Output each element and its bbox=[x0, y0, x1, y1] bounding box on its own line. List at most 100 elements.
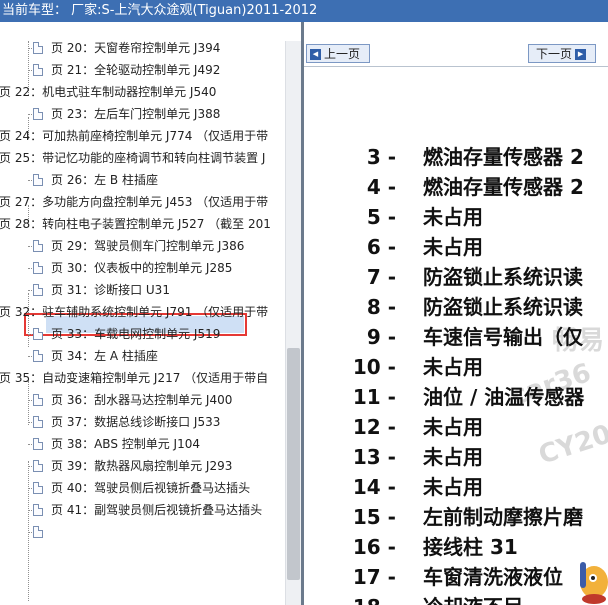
pin-function: 左前制动摩擦片磨 bbox=[423, 505, 583, 529]
tree-item-label: 页 41：副驾驶员侧后视镜折叠马达插头 bbox=[51, 503, 263, 517]
tree-page-item[interactable]: 页 39：散热器风扇控制单元 J293 bbox=[0, 455, 300, 477]
pin-function: 未占用 bbox=[423, 235, 483, 259]
pin-number: 5 - bbox=[366, 205, 396, 229]
pin-function: 未占用 bbox=[423, 355, 483, 379]
pin-number: 13 - bbox=[352, 445, 396, 469]
pin-function: 车窗清洗液液位 bbox=[423, 565, 563, 589]
pin-function: 防盗锁止系统识读 bbox=[423, 295, 583, 319]
tree-page-item[interactable]: 页 29：驾驶员侧车门控制单元 J386 bbox=[0, 235, 300, 257]
pin-function: 未占用 bbox=[423, 415, 483, 439]
tree-group-item[interactable]: 页 35：自动变速箱控制单元 J217 （仅适用于带自 bbox=[0, 367, 300, 389]
tree-line bbox=[28, 180, 32, 181]
pin-function: 车速信号输出（仅 bbox=[423, 325, 583, 349]
pin-number: 8 - bbox=[366, 295, 396, 319]
pin-row: 8 - 防盗锁止系统识读 bbox=[304, 292, 608, 322]
tree-page-item[interactable] bbox=[0, 521, 300, 543]
tree-page-item[interactable]: 页 23：左后车门控制单元 J388 bbox=[0, 103, 300, 125]
tree-line bbox=[28, 532, 32, 533]
tree-page-item[interactable]: 页 31：诊断接口 U31 bbox=[0, 279, 300, 301]
tree-item-label: 页 32：驻车辅助系统控制单元 J791 （仅适用于带 bbox=[0, 305, 269, 319]
pin-row: 16 - 接线柱 31 bbox=[304, 532, 608, 562]
tree-item-label: 页 31：诊断接口 U31 bbox=[51, 283, 170, 297]
pin-row: 14 - 未占用 bbox=[304, 472, 608, 502]
tree-page-item[interactable]: 页 34：左 A 柱插座 bbox=[0, 345, 300, 367]
prev-page-button[interactable]: ◀ 上一页 bbox=[306, 44, 370, 63]
tree-item-label: 页 35：自动变速箱控制单元 J217 （仅适用于带自 bbox=[0, 371, 269, 385]
tree-group-item[interactable]: 页 24：可加热前座椅控制单元 J774 （仅适用于带 bbox=[0, 125, 300, 147]
tree-line bbox=[28, 356, 32, 357]
tree-line bbox=[28, 246, 32, 247]
pin-function: 燃油存量传感器 2 bbox=[423, 175, 584, 199]
pin-number: 11 - bbox=[352, 385, 396, 409]
tree-line bbox=[28, 466, 32, 467]
pin-function: 接线柱 31 bbox=[423, 535, 518, 559]
document-viewer: ◀ 上一页 下一页 ▶ 畅易 car36 CY20 3 - 燃油存量传感器 24 -燃… bbox=[304, 22, 608, 605]
tree-page-item[interactable]: 页 41：副驾驶员侧后视镜折叠马达插头 bbox=[0, 499, 300, 521]
pin-number: 4 - bbox=[366, 175, 396, 199]
pin-function: 冷却液不足 bbox=[423, 592, 523, 605]
tree-line bbox=[28, 70, 32, 71]
tree-item-label: 页 37：数据总线诊断接口 J533 bbox=[51, 415, 221, 429]
tree-item-label: 页 24：可加热前座椅控制单元 J774 （仅适用于带 bbox=[0, 129, 269, 143]
prev-page-label: 上一页 bbox=[324, 47, 361, 61]
tree-page-item[interactable]: 页 33：车载电网控制单元 J519 bbox=[0, 323, 300, 345]
pin-function: 油位 / 油温传感器 bbox=[423, 385, 585, 409]
tree-page-item[interactable]: 页 21：全轮驱动控制单元 J492 bbox=[0, 59, 300, 81]
tree-item-label: 页 39：散热器风扇控制单元 J293 bbox=[51, 459, 233, 473]
tree-page-item[interactable]: 页 26：左 B 柱插座 bbox=[0, 169, 300, 191]
tree-item-label: 页 38：ABS 控制单元 J104 bbox=[51, 437, 201, 451]
tree-item-label: 页 30：仪表板中的控制单元 J285 bbox=[51, 261, 233, 275]
tree-item-label: 页 22：机电式驻车制动器控制单元 J540 bbox=[0, 85, 217, 99]
tree-page-item[interactable]: 页 20：天窗卷帘控制单元 J394 bbox=[0, 41, 300, 59]
tree-group-item[interactable]: 页 28：转向柱电子装置控制单元 J527 （截至 201 bbox=[0, 213, 300, 235]
tree-group-item[interactable]: 页 22：机电式驻车制动器控制单元 J540 bbox=[0, 81, 300, 103]
tree-line bbox=[28, 400, 32, 401]
pin-function: 防盗锁止系统识读 bbox=[423, 265, 583, 289]
tree-line bbox=[28, 290, 32, 291]
tree-scrollbar[interactable] bbox=[285, 41, 301, 605]
tree-item-label: 页 20：天窗卷帘控制单元 J394 bbox=[51, 41, 221, 55]
tree-line bbox=[28, 510, 32, 511]
mascot-icon bbox=[580, 562, 608, 604]
tree-group-item[interactable]: 页 32：驻车辅助系统控制单元 J791 （仅适用于带 bbox=[0, 301, 300, 323]
window-title: 当前车型： 厂家:S-上汽大众途观(Tiguan)2011-2012 bbox=[2, 3, 318, 18]
pin-function: 未占用 bbox=[423, 445, 483, 469]
next-page-button[interactable]: 下一页 ▶ bbox=[528, 44, 596, 63]
tree-item-label: 页 29：驾驶员侧车门控制单元 J386 bbox=[51, 239, 245, 253]
pin-row: 4 - 燃油存量传感器 2 bbox=[304, 172, 608, 202]
next-page-label: 下一页 bbox=[536, 47, 573, 61]
document-icon bbox=[33, 526, 43, 538]
tree-line bbox=[28, 48, 32, 49]
tree-item-label: 页 21：全轮驱动控制单元 J492 bbox=[51, 63, 221, 77]
document-icon bbox=[33, 328, 43, 340]
tree-item-label: 页 28：转向柱电子装置控制单元 J527 （截至 201 bbox=[0, 217, 271, 231]
tree-item-label: 页 33：车载电网控制单元 J519 bbox=[51, 327, 221, 341]
pin-row: 10 - 未占用 bbox=[304, 352, 608, 382]
pin-number: 16 - bbox=[352, 535, 396, 559]
document-icon bbox=[33, 438, 43, 450]
tree-line bbox=[28, 444, 32, 445]
tree-page-item[interactable]: 页 38：ABS 控制单元 J104 bbox=[0, 433, 300, 455]
document-icon bbox=[33, 416, 43, 428]
pin-row: 13 - 未占用 bbox=[304, 442, 608, 472]
tree-page-item[interactable]: 页 37：数据总线诊断接口 J533 bbox=[0, 411, 300, 433]
tree-item-label: 页 23：左后车门控制单元 J388 bbox=[51, 107, 221, 121]
tree-page-item[interactable]: 页 30：仪表板中的控制单元 J285 bbox=[0, 257, 300, 279]
scrollbar-thumb[interactable] bbox=[287, 348, 300, 580]
tree-group-item[interactable]: 页 27：多功能方向盘控制单元 J453 （仅适用于带 bbox=[0, 191, 300, 213]
pin-row: 11 - 油位 / 油温传感器 bbox=[304, 382, 608, 412]
tree-line bbox=[28, 268, 32, 269]
toc-tree-pane[interactable]: 页 20：天窗卷帘控制单元 J394 页 21：全轮驱动控制单元 J492 页 22… bbox=[0, 41, 303, 605]
tree-page-item[interactable]: 页 40：驾驶员侧后视镜折叠马达插头 bbox=[0, 477, 300, 499]
pin-number: 17 - bbox=[352, 565, 396, 589]
tree-item-label: 页 34：左 A 柱插座 bbox=[51, 349, 158, 363]
tree-group-item[interactable]: 页 25：带记忆功能的座椅调节和转向柱调节装置 J bbox=[0, 147, 300, 169]
pin-number: 9 - bbox=[366, 325, 396, 349]
pin-function: 燃油存量传感器 2 bbox=[423, 145, 584, 169]
pin-number: 3 - bbox=[366, 145, 396, 169]
pin-row: 15 - 左前制动摩擦片磨 bbox=[304, 502, 608, 532]
tree-page-item[interactable]: 页 36：刮水器马达控制单元 J400 bbox=[0, 389, 300, 411]
pin-row: 7 - 防盗锁止系统识读 bbox=[304, 262, 608, 292]
arrow-left-icon: ◀ bbox=[310, 49, 321, 60]
arrow-right-icon: ▶ bbox=[575, 49, 587, 60]
